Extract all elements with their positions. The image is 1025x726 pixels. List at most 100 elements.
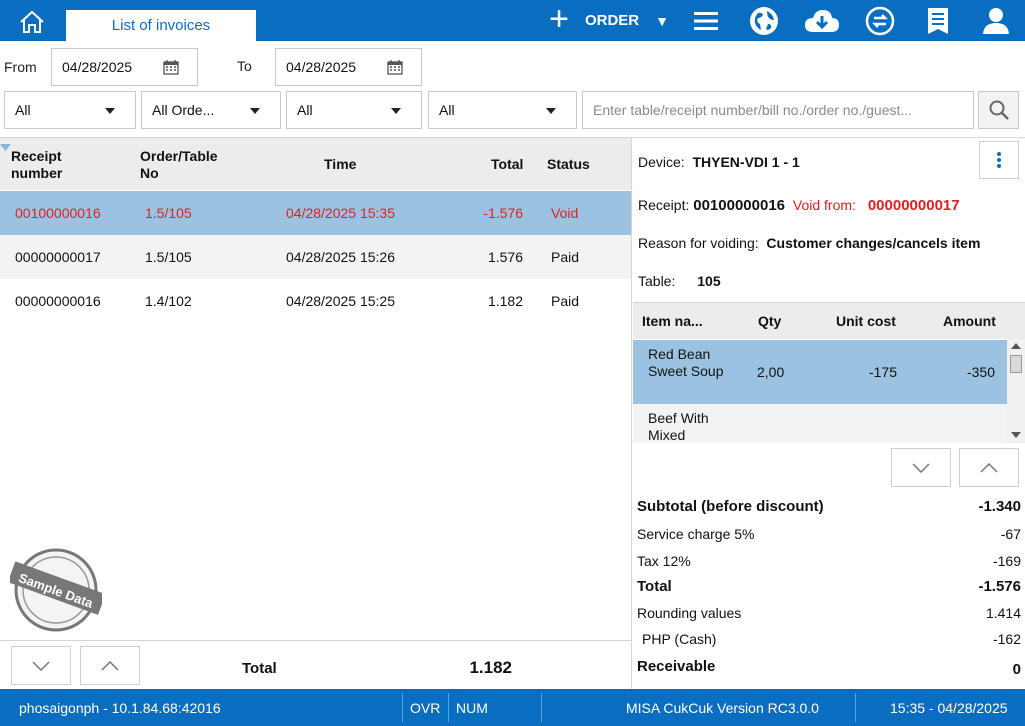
chevron-down-icon: [912, 462, 930, 473]
subtotal-value: -1.340: [978, 498, 1021, 515]
device-line: Device: THYEN-VDI 1 - 1: [638, 154, 800, 170]
user-icon: [983, 7, 1009, 34]
user-button[interactable]: [967, 0, 1025, 41]
scroll-up-arrow-icon[interactable]: [1011, 343, 1021, 349]
items-scroll-down-button[interactable]: [891, 448, 951, 487]
reason-label: Reason for voiding:: [638, 235, 759, 251]
version-info: MISA CukCuk Version RC3.0.0: [626, 700, 819, 716]
payment-cash-value: -162: [992, 631, 1021, 647]
cell-status: Paid: [551, 249, 580, 265]
search-icon: [989, 100, 1009, 120]
search-button[interactable]: [978, 91, 1019, 129]
item-name: Red Bean Sweet Soup: [648, 346, 724, 379]
tax-label: Tax 12%: [637, 553, 691, 569]
col-receipt-number[interactable]: Receipt number: [11, 148, 62, 182]
invoice-detail-panel: Device: THYEN-VDI 1 - 1 Receipt: 0010000…: [633, 137, 1025, 689]
item-row[interactable]: Beef With Mixed: [633, 404, 1007, 443]
menu-button[interactable]: [677, 0, 735, 41]
from-date-field[interactable]: 04/28/2025: [51, 48, 198, 86]
col-time[interactable]: Time: [324, 156, 356, 172]
report-button[interactable]: [909, 0, 967, 41]
col-total[interactable]: Total: [491, 156, 523, 172]
item-row[interactable]: Red Bean Sweet Soup 2,00 -175 -350: [633, 340, 1007, 404]
status-divider: [541, 693, 542, 722]
col-qty[interactable]: Qty: [758, 313, 781, 329]
invoice-list-footer: Total 1.182: [0, 640, 631, 690]
device-value: THYEN-VDI 1 - 1: [692, 154, 800, 170]
sync-icon: [865, 6, 895, 35]
tab-list-of-invoices[interactable]: List of invoices: [66, 10, 256, 41]
plus-icon: +: [549, 0, 569, 38]
chevron-down-icon: [32, 660, 50, 671]
table-row[interactable]: 00100000016 1.5/105 04/28/2025 15:35 -1.…: [0, 191, 631, 235]
receivable-value: 0: [1012, 661, 1021, 678]
filter-select-3[interactable]: All: [286, 91, 422, 129]
item-qty: 2,00: [757, 364, 785, 380]
order-button[interactable]: + ORDER ▼: [549, 0, 669, 38]
cloud-download-button[interactable]: [793, 0, 851, 41]
table-label: Table:: [638, 273, 676, 289]
chevron-up-icon: [980, 462, 998, 473]
search-input[interactable]: [582, 91, 974, 129]
col-amount[interactable]: Amount: [943, 313, 996, 329]
to-date-field[interactable]: 04/28/2025: [275, 48, 422, 86]
filter-select-order-type[interactable]: All Orde...: [141, 91, 281, 129]
caret-down-icon: ▼: [655, 12, 669, 29]
filter-select-4[interactable]: All: [428, 91, 577, 129]
ovr-indicator: OVR: [410, 700, 441, 716]
col-unit-cost[interactable]: Unit cost: [836, 313, 896, 329]
cell-time: 04/28/2025 15:25: [286, 293, 395, 309]
cell-status: Void: [551, 205, 579, 221]
rounding-label: Rounding values: [637, 605, 742, 621]
receipt-value: 00100000016: [693, 197, 786, 214]
scroll-up-button[interactable]: [80, 646, 140, 685]
filter-select-1[interactable]: All: [4, 91, 136, 129]
cell-time: 04/28/2025 15:35: [286, 205, 395, 221]
col-order-table-no[interactable]: Order/Table No: [140, 148, 218, 182]
table-row[interactable]: 00000000017 1.5/105 04/28/2025 15:26 1.5…: [0, 235, 631, 279]
cell-order: 1.5/105: [145, 205, 192, 221]
col-status[interactable]: Status: [547, 156, 590, 172]
calendar-icon[interactable]: [387, 59, 403, 75]
dropdown-arrow-icon: [250, 108, 260, 114]
item-amount: -350: [966, 364, 995, 380]
void-from-label: Void from:: [792, 197, 856, 213]
cell-total: 1.182: [487, 293, 523, 309]
footer-total-value: 1.182: [469, 658, 512, 677]
sort-desc-icon[interactable]: [0, 144, 11, 151]
chevron-up-icon: [101, 660, 119, 671]
receipt-line: Receipt: 00100000016 Void from: 00000000…: [638, 197, 960, 214]
cell-order: 1.4/102: [145, 293, 192, 309]
filter-select-4-value: All: [439, 102, 455, 118]
scroll-down-button[interactable]: [11, 646, 71, 685]
to-label: To: [237, 58, 252, 74]
server-info: phosaigonph - 10.1.84.68:42016: [19, 700, 221, 716]
globe-button[interactable]: [735, 0, 793, 41]
num-indicator: NUM: [456, 700, 488, 716]
sync-button[interactable]: [851, 0, 909, 41]
reason-value: Customer changes/cancels item: [766, 235, 981, 251]
status-clock: 15:35 - 04/28/2025: [890, 700, 1008, 716]
service-charge-value: -67: [1000, 526, 1021, 542]
calendar-icon[interactable]: [163, 59, 179, 75]
payment-cash-label: PHP (Cash): [642, 631, 717, 647]
item-name: Beef With Mixed: [648, 410, 709, 443]
to-date-value: 04/28/2025: [286, 59, 357, 75]
more-options-button[interactable]: [979, 141, 1019, 179]
home-button[interactable]: [10, 6, 54, 38]
scroll-down-arrow-icon[interactable]: [1011, 432, 1021, 438]
receipt-label: Receipt:: [638, 197, 690, 213]
more-vertical-icon: [997, 152, 1001, 168]
items-scrollbar[interactable]: [1007, 339, 1025, 443]
from-date-value: 04/28/2025: [62, 59, 133, 75]
scroll-thumb[interactable]: [1010, 355, 1022, 373]
table-row[interactable]: 00000000016 1.4/102 04/28/2025 15:25 1.1…: [0, 279, 631, 323]
items-scroll-up-button[interactable]: [959, 448, 1019, 487]
dropdown-arrow-icon: [546, 108, 556, 114]
home-icon: [20, 10, 44, 33]
globe-icon: [750, 6, 778, 35]
col-item-name[interactable]: Item na...: [642, 313, 703, 329]
col-receipt-line1: Receipt: [11, 148, 62, 164]
reason-line: Reason for voiding: Customer changes/can…: [638, 235, 980, 251]
status-divider: [448, 693, 449, 722]
